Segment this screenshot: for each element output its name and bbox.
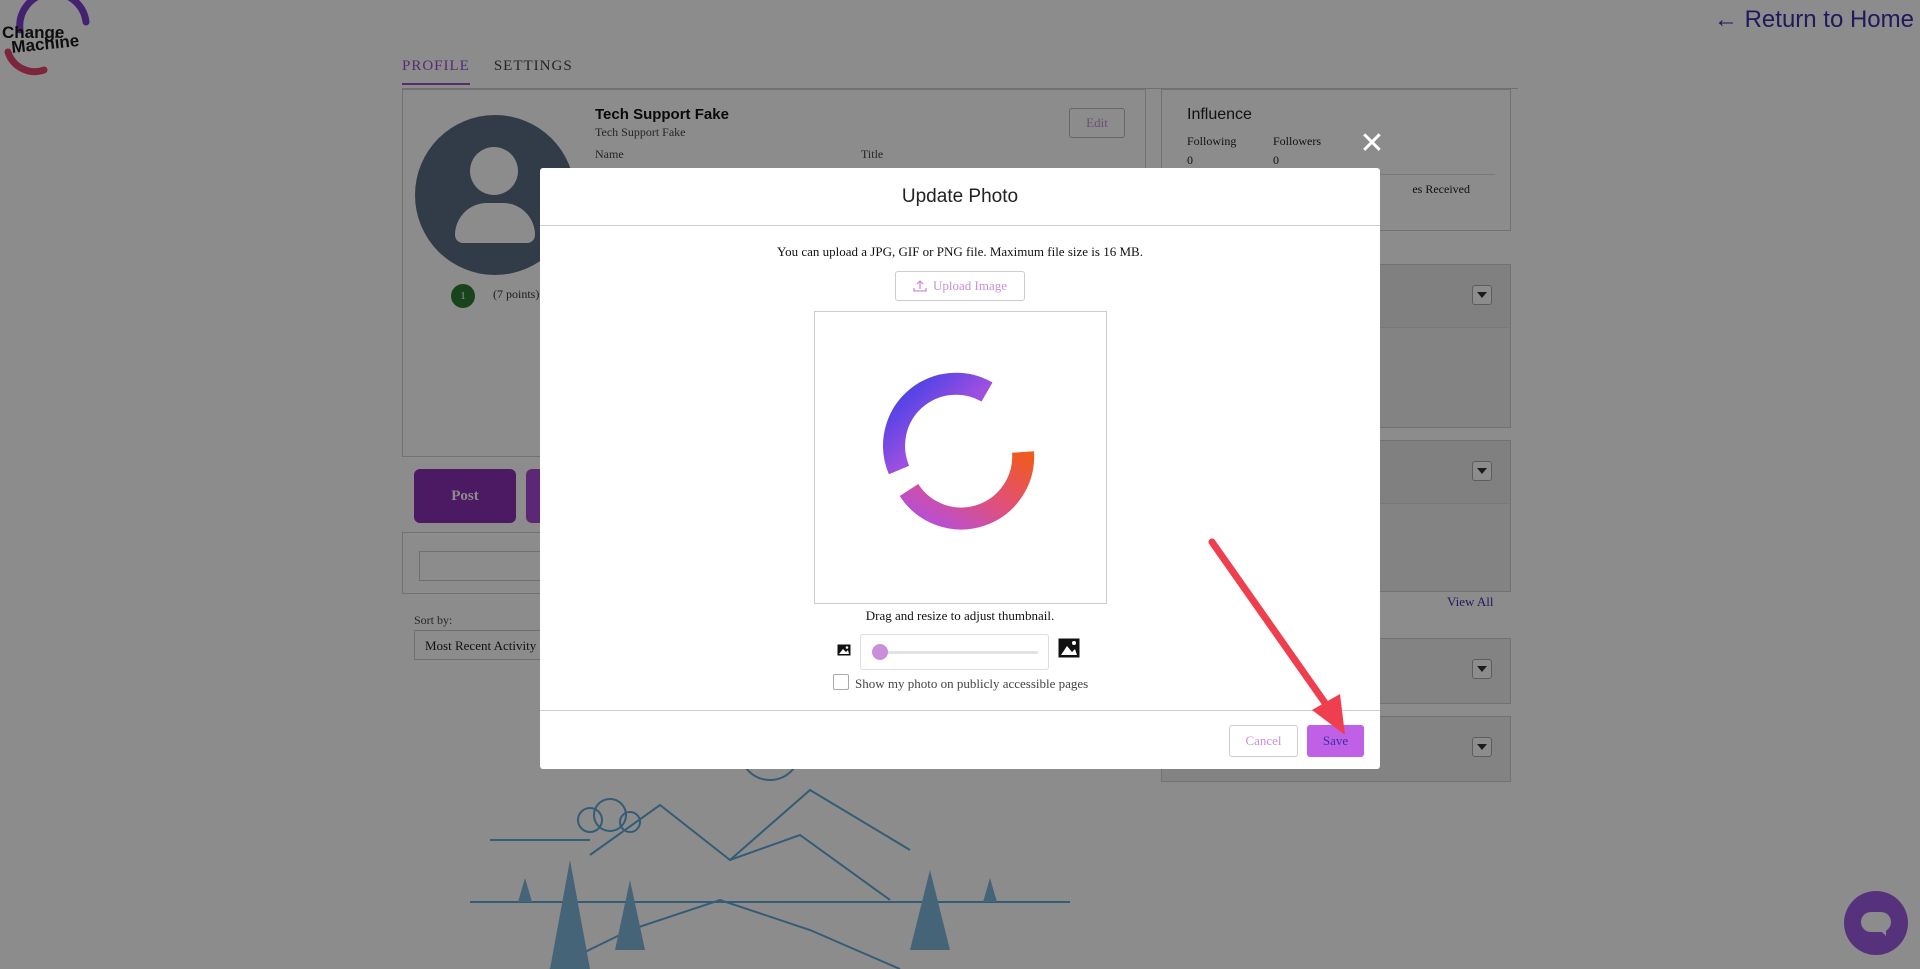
update-photo-modal: Update Photo You can upload a JPG, GIF o… xyxy=(540,168,1380,769)
zoom-slider[interactable] xyxy=(860,634,1049,670)
zoom-slider-track[interactable] xyxy=(873,651,1038,654)
cancel-button[interactable]: Cancel xyxy=(1229,725,1298,757)
close-icon[interactable]: ✕ xyxy=(1358,129,1386,159)
drag-hint-text: Drag and resize to adjust thumbnail. xyxy=(865,608,1055,623)
cropped-photo-preview xyxy=(883,372,1035,530)
zoom-out-image-icon[interactable] xyxy=(837,644,851,656)
upload-image-button[interactable]: Upload Image xyxy=(895,271,1025,301)
upload-image-label: Upload Image xyxy=(932,278,1007,293)
zoom-in-image-icon[interactable] xyxy=(1058,638,1080,658)
upload-info-text: You can upload a JPG, GIF or PNG file. M… xyxy=(777,244,1143,259)
public-photo-label[interactable]: Show my photo on publicly accessible pag… xyxy=(855,676,1088,692)
modal-header-divider xyxy=(540,225,1380,226)
modal-title: Update Photo xyxy=(901,186,1019,207)
upload-icon xyxy=(913,280,927,292)
photo-crop-area[interactable] xyxy=(814,311,1107,604)
public-photo-checkbox[interactable] xyxy=(833,674,849,690)
save-button[interactable]: Save xyxy=(1307,725,1364,757)
modal-footer-divider xyxy=(540,710,1380,711)
zoom-slider-thumb[interactable] xyxy=(872,644,888,660)
